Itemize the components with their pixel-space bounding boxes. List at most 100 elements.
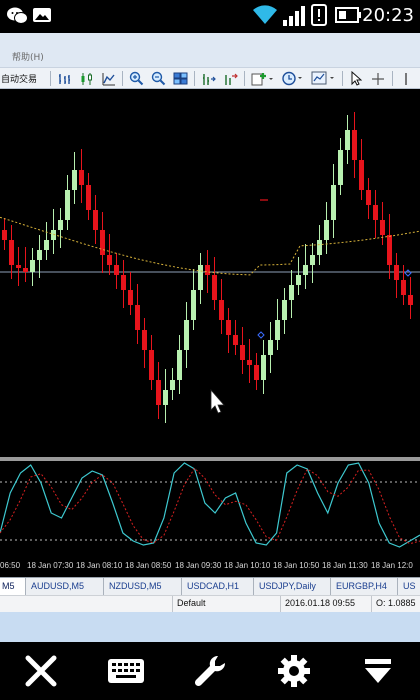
bull-candle xyxy=(37,250,42,260)
stochastic-signal-line xyxy=(0,467,420,545)
bear-candle xyxy=(401,280,406,295)
bear-candle xyxy=(373,205,378,220)
bear-candle xyxy=(212,275,217,300)
gear-icon[interactable] xyxy=(274,652,314,690)
time-axis: 06:50 18 Jan 07:30 18 Jan 08:10 18 Jan 0… xyxy=(0,558,420,576)
dropdown-icon[interactable] xyxy=(358,652,398,690)
bear-candle xyxy=(93,210,98,230)
bull-candle xyxy=(345,130,350,150)
bear-candle xyxy=(23,268,28,272)
time-label: 18 Jan 07:30 xyxy=(27,561,74,570)
bull-candle xyxy=(310,255,315,265)
battery-icon xyxy=(335,6,363,28)
signal-icon xyxy=(282,5,306,31)
terminal-status-bar: Default 2016.01.18 09:55 O: 1.0885 xyxy=(0,595,420,612)
bear-candle xyxy=(254,365,259,380)
time-label: 18 Jan 08:10 xyxy=(76,561,123,570)
bull-candle xyxy=(191,290,196,320)
toolbar-separator xyxy=(342,71,343,86)
tab-eurgbp-h4[interactable]: EURGBP,H4 xyxy=(331,578,398,595)
wifi-icon xyxy=(252,4,278,30)
mouse-cursor-icon xyxy=(210,388,225,414)
bull-candle xyxy=(261,355,266,380)
time-label: 18 Jan 10:50 xyxy=(273,561,320,570)
indicators-icon[interactable] xyxy=(249,70,275,87)
tab-us[interactable]: US xyxy=(398,578,420,595)
alert-icon xyxy=(311,4,327,30)
bull-candle xyxy=(65,190,70,220)
oscillator-chart[interactable] xyxy=(0,461,420,558)
status-bar: 20:23 xyxy=(0,0,420,33)
toolbar-separator xyxy=(122,71,123,86)
bull-candle xyxy=(317,240,322,255)
gallery-icon xyxy=(32,6,52,28)
periods-icon[interactable] xyxy=(279,70,305,87)
autotrade-button[interactable]: 自动交易 xyxy=(1,70,37,87)
crosshair-icon[interactable] xyxy=(369,70,387,87)
bull-candle xyxy=(51,230,56,240)
bull-candle xyxy=(58,220,63,230)
bull-candle xyxy=(44,240,49,250)
trade-marker xyxy=(257,331,265,339)
time-label: 18 Jan 12:0 xyxy=(371,561,413,570)
price-chart[interactable] xyxy=(0,90,420,457)
bear-candle xyxy=(86,185,91,210)
bull-candle xyxy=(177,350,182,380)
bull-candle xyxy=(170,380,175,390)
close-icon[interactable] xyxy=(21,652,61,690)
bull-candle xyxy=(282,300,287,320)
zoom-in-icon[interactable] xyxy=(127,70,145,87)
bear-candle xyxy=(100,230,105,255)
bar-datetime: 2016.01.18 09:55 xyxy=(280,596,371,612)
vertical-line-icon[interactable] xyxy=(397,70,415,87)
bull-candle xyxy=(303,265,308,275)
tab-audusd-m5[interactable]: AUDUSD,M5 xyxy=(26,578,104,595)
time-label: 18 Jan 10:10 xyxy=(224,561,271,570)
bear-candle xyxy=(107,255,112,265)
bull-candle xyxy=(30,260,35,272)
candlestick-icon[interactable] xyxy=(78,70,96,87)
bear-candle xyxy=(359,160,364,190)
bear-candle xyxy=(9,240,14,265)
profile-name: Default xyxy=(172,596,280,612)
bull-candle xyxy=(163,390,168,405)
bear-candle xyxy=(387,235,392,265)
tab-nzdusd-m5[interactable]: NZDUSD,M5 xyxy=(104,578,182,595)
bear-candle xyxy=(240,345,245,360)
menu-help[interactable]: 帮助(H) xyxy=(12,50,44,63)
bull-candle xyxy=(268,340,273,355)
toolbar-separator xyxy=(50,71,51,86)
bull-candle xyxy=(275,320,280,340)
templates-icon[interactable] xyxy=(309,70,337,87)
bar-chart-icon[interactable] xyxy=(56,70,74,87)
tile-windows-icon[interactable] xyxy=(171,70,189,87)
bull-candle xyxy=(331,185,336,220)
chart-shift-icon[interactable] xyxy=(200,70,218,87)
tab-usdcad-h1[interactable]: USDCAD,H1 xyxy=(182,578,254,595)
bear-candle xyxy=(2,230,7,240)
time-label: 18 Jan 08:50 xyxy=(125,561,172,570)
tab-m5[interactable]: M5 xyxy=(0,578,26,595)
bar-open-price: O: 1.0885 xyxy=(371,596,420,612)
bull-candle xyxy=(198,265,203,290)
bull-candle xyxy=(184,320,189,350)
autoscroll-icon[interactable] xyxy=(222,70,240,87)
tab-usdjpy-daily[interactable]: USDJPY,Daily xyxy=(254,578,331,595)
bear-candle xyxy=(226,320,231,335)
keyboard-icon[interactable] xyxy=(106,652,146,690)
wrench-icon[interactable] xyxy=(190,652,230,690)
bear-candle xyxy=(149,350,154,380)
bull-candle xyxy=(289,285,294,300)
cursor-icon[interactable] xyxy=(347,70,365,87)
bear-candle xyxy=(114,265,119,275)
bear-candle xyxy=(394,265,399,280)
toolbar-separator xyxy=(194,71,195,86)
time-label: 18 Jan 11:30 xyxy=(322,561,368,570)
toolbar-separator xyxy=(244,71,245,86)
trade-marker xyxy=(404,269,412,277)
zoom-out-icon[interactable] xyxy=(149,70,167,87)
bull-candle xyxy=(324,220,329,240)
line-chart-icon[interactable] xyxy=(100,70,118,87)
toolbar-separator xyxy=(392,71,393,86)
clock: 20:23 xyxy=(362,5,414,26)
